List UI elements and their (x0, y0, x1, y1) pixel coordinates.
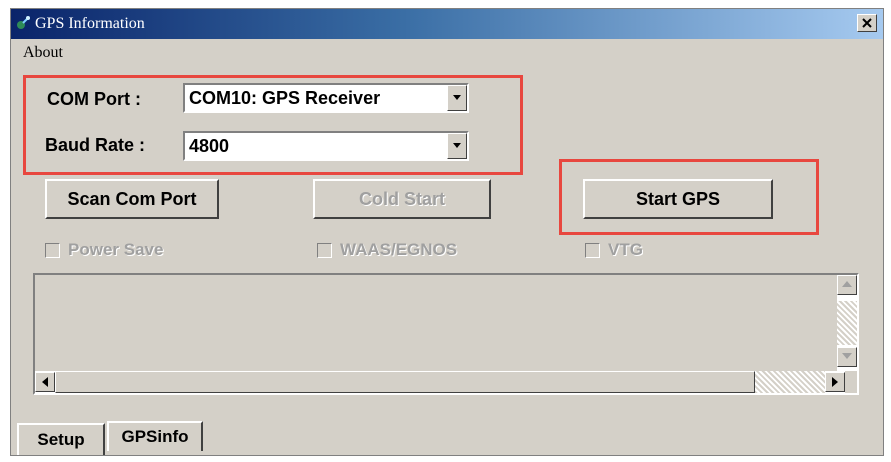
vtg-checkbox[interactable]: VTG (585, 239, 643, 261)
vertical-scroll-track[interactable] (837, 301, 857, 345)
tab-gpsinfo[interactable]: GPSinfo (107, 421, 203, 451)
start-gps-button[interactable]: Start GPS (583, 179, 773, 219)
arrow-down-icon (842, 353, 852, 359)
vtg-checkbox-box[interactable] (585, 242, 600, 258)
com-port-value: COM10: GPS Receiver (189, 88, 381, 108)
scroll-right-button[interactable] (825, 372, 845, 392)
baud-rate-dropdown-button[interactable] (447, 133, 467, 159)
waas-egnos-checkbox-box[interactable] (317, 242, 332, 258)
scroll-down-button[interactable] (837, 347, 857, 367)
com-port-select[interactable]: COM10: GPS Receiver (183, 83, 469, 113)
chevron-down-icon (453, 95, 461, 100)
gps-log-output[interactable] (33, 273, 859, 395)
power-save-checkbox[interactable]: Power Save (45, 239, 163, 261)
power-save-checkbox-box[interactable] (45, 242, 60, 258)
baud-rate-select[interactable]: 4800 (183, 131, 469, 161)
scroll-up-button[interactable] (837, 275, 857, 295)
chevron-down-icon (453, 143, 461, 148)
cold-start-button[interactable]: Cold Start (313, 179, 491, 219)
com-port-label: COM Port : (47, 89, 141, 109)
horizontal-scroll-thumb[interactable] (55, 371, 755, 393)
horizontal-scroll-track[interactable] (755, 371, 825, 393)
scan-com-port-button[interactable]: Scan Com Port (45, 179, 219, 219)
horizontal-scrollbar[interactable] (35, 371, 845, 393)
baud-rate-value: 4800 (189, 136, 230, 156)
waas-egnos-checkbox[interactable]: WAAS/EGNOS (317, 239, 457, 261)
waas-egnos-label: WAAS/EGNOS (340, 240, 458, 259)
vtg-label: VTG (608, 240, 643, 259)
gps-information-window: GPS Information About COM Port : COM10: … (10, 8, 884, 456)
menu-bar: About (11, 42, 883, 64)
power-save-label: Power Save (68, 240, 164, 259)
arrow-left-icon (42, 377, 48, 387)
com-port-dropdown-button[interactable] (447, 85, 467, 111)
menu-item-about[interactable]: About (23, 44, 63, 62)
title-bar[interactable]: GPS Information (11, 9, 883, 39)
arrow-up-icon (842, 281, 852, 287)
baud-rate-label: Baud Rate : (45, 135, 146, 155)
scroll-left-button[interactable] (35, 372, 55, 392)
arrow-right-icon (832, 377, 838, 387)
tab-setup[interactable]: Setup (17, 423, 105, 455)
vertical-scrollbar[interactable] (837, 275, 857, 371)
satellite-dish-icon (15, 15, 31, 31)
window-title: GPS Information (35, 15, 145, 32)
close-icon (862, 18, 872, 28)
close-button[interactable] (857, 14, 877, 32)
